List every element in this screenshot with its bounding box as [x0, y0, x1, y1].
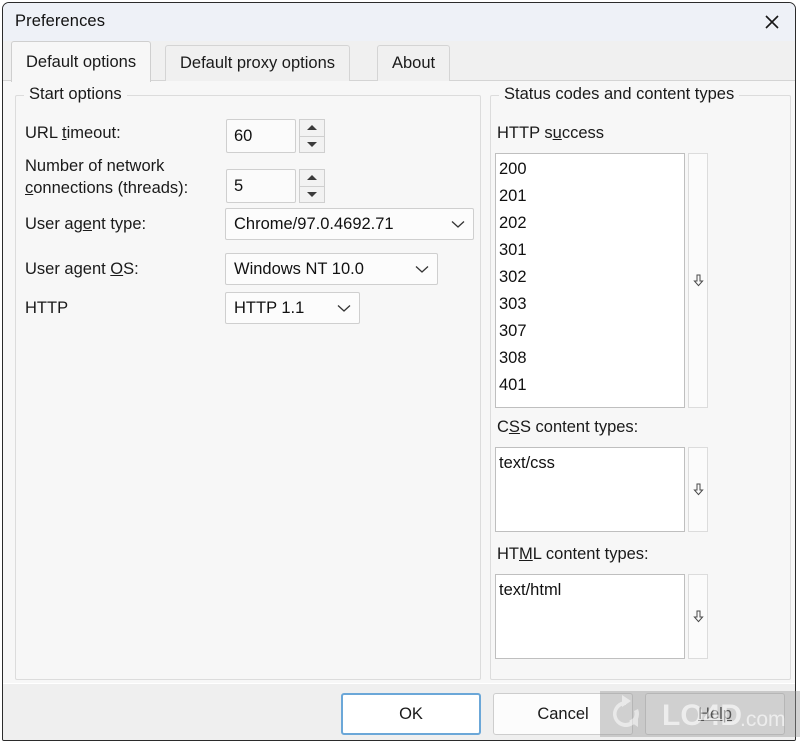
- network-connections-stepper[interactable]: [299, 169, 325, 203]
- label-part: L content types:: [532, 545, 649, 563]
- url-timeout-stepper-up[interactable]: [299, 119, 325, 137]
- down-arrow-icon: [692, 610, 704, 623]
- label-mnemonic: u: [552, 124, 562, 142]
- label-part: S content types:: [519, 418, 639, 436]
- user-agent-os-combo[interactable]: Windows NT 10.0: [225, 253, 438, 285]
- down-arrow-icon: [692, 274, 704, 287]
- label-user-agent-os: User agent OS:: [25, 258, 139, 280]
- help-label-text: Help: [698, 704, 732, 723]
- chevron-down-icon: [325, 304, 351, 313]
- label-user-agent-type: User agent type:: [25, 213, 146, 235]
- group-status-codes: Status codes and content types HTTP succ…: [490, 85, 791, 680]
- http-version-combo[interactable]: HTTP 1.1: [225, 292, 360, 324]
- tab-panel-default-options: Start options URL timeout: 60 Number of …: [3, 81, 795, 684]
- user-agent-os-value: Windows NT 10.0: [234, 259, 364, 278]
- list-item[interactable]: 401: [499, 372, 684, 399]
- label-mnemonic: c: [25, 179, 34, 197]
- url-timeout-input[interactable]: 60: [226, 119, 296, 153]
- label-part: Number of network: [25, 157, 165, 175]
- tab-label: About: [392, 54, 436, 72]
- list-item[interactable]: 202: [499, 210, 684, 237]
- label-part: User ag: [25, 215, 83, 233]
- group-start-options-legend: Start options: [24, 85, 127, 104]
- label-http-version: HTTP: [25, 297, 68, 319]
- network-connections-stepper-down[interactable]: [299, 186, 325, 203]
- window-title: Preferences: [15, 12, 106, 30]
- label-mnemonic: M: [519, 545, 533, 563]
- label-mnemonic: S: [508, 418, 520, 436]
- help-button-label: Help: [698, 705, 732, 724]
- chevron-down-icon: [307, 191, 317, 197]
- label-part: HTTP: [25, 299, 69, 317]
- label-mnemonic: e: [82, 215, 92, 233]
- tab-default-proxy-options[interactable]: Default proxy options: [165, 45, 351, 81]
- close-button[interactable]: [749, 3, 795, 41]
- ok-button[interactable]: OK: [341, 693, 481, 735]
- tab-strip: Default options Default proxy options Ab…: [3, 41, 795, 82]
- label-part: HT: [497, 545, 519, 563]
- http-version-value: HTTP 1.1: [234, 298, 305, 317]
- group-status-codes-legend: Status codes and content types: [499, 85, 740, 104]
- tab-default-options[interactable]: Default options: [11, 41, 152, 82]
- css-content-types-listbox[interactable]: text/css: [495, 447, 685, 532]
- chevron-down-icon: [439, 220, 465, 229]
- label-http-success: HTTP success: [497, 124, 604, 143]
- title-bar: Preferences: [3, 3, 795, 41]
- list-item[interactable]: text/css: [499, 450, 684, 477]
- label-html-content-types: HTML content types:: [497, 545, 649, 564]
- html-content-types-listbox[interactable]: text/html: [495, 574, 685, 659]
- user-agent-type-value: Chrome/97.0.4692.71: [234, 214, 394, 233]
- tab-about[interactable]: About: [377, 45, 451, 81]
- list-item[interactable]: 303: [499, 291, 684, 318]
- label-part: URL: [25, 124, 62, 142]
- html-content-types-rail[interactable]: [688, 574, 708, 659]
- down-arrow-icon: [692, 483, 704, 496]
- css-content-types-rail[interactable]: [688, 447, 708, 532]
- http-success-rail[interactable]: [688, 153, 708, 408]
- close-icon: [763, 13, 781, 31]
- list-item[interactable]: 302: [499, 264, 684, 291]
- label-css-content-types: CSS content types:: [497, 418, 638, 437]
- label-part: imeout:: [66, 124, 121, 142]
- label-part: nt type:: [91, 215, 147, 233]
- label-part: S:: [123, 260, 139, 278]
- network-connections-stepper-up[interactable]: [299, 169, 325, 187]
- list-item[interactable]: 201: [499, 183, 684, 210]
- url-timeout-stepper[interactable]: [299, 119, 325, 153]
- label-part: C: [497, 418, 509, 436]
- list-item[interactable]: 200: [499, 156, 684, 183]
- chevron-down-icon: [403, 265, 429, 274]
- label-part: User agent: [25, 260, 111, 278]
- network-connections-input[interactable]: 5: [226, 169, 296, 203]
- list-item[interactable]: text/html: [499, 577, 684, 604]
- label-mnemonic: O: [110, 260, 124, 278]
- chevron-up-icon: [307, 125, 317, 131]
- list-item[interactable]: 307: [499, 318, 684, 345]
- group-start-options: Start options URL timeout: 60 Number of …: [15, 85, 481, 680]
- label-network-connections: Number of network connections (threads):: [25, 155, 225, 199]
- dialog-button-bar: OK Cancel Help: [3, 683, 795, 740]
- chevron-down-icon: [307, 141, 317, 147]
- tab-label: Default proxy options: [180, 54, 336, 72]
- label-part: ccess: [561, 124, 604, 142]
- http-success-listbox[interactable]: 200 201 202 301 302 303 307 308 401: [495, 153, 685, 408]
- url-timeout-stepper-down[interactable]: [299, 136, 325, 153]
- cancel-button[interactable]: Cancel: [493, 693, 633, 735]
- list-item[interactable]: 301: [499, 237, 684, 264]
- user-agent-type-combo[interactable]: Chrome/97.0.4692.71: [225, 208, 474, 240]
- chevron-up-icon: [307, 175, 317, 181]
- help-button[interactable]: Help: [645, 693, 785, 735]
- label-url-timeout: URL timeout:: [25, 122, 121, 144]
- label-part: onnections (threads):: [33, 179, 189, 197]
- tab-label: Default options: [26, 52, 137, 71]
- preferences-dialog: Preferences Default options Default prox…: [2, 2, 796, 741]
- list-item[interactable]: 308: [499, 345, 684, 372]
- label-part: HTTP s: [497, 124, 553, 142]
